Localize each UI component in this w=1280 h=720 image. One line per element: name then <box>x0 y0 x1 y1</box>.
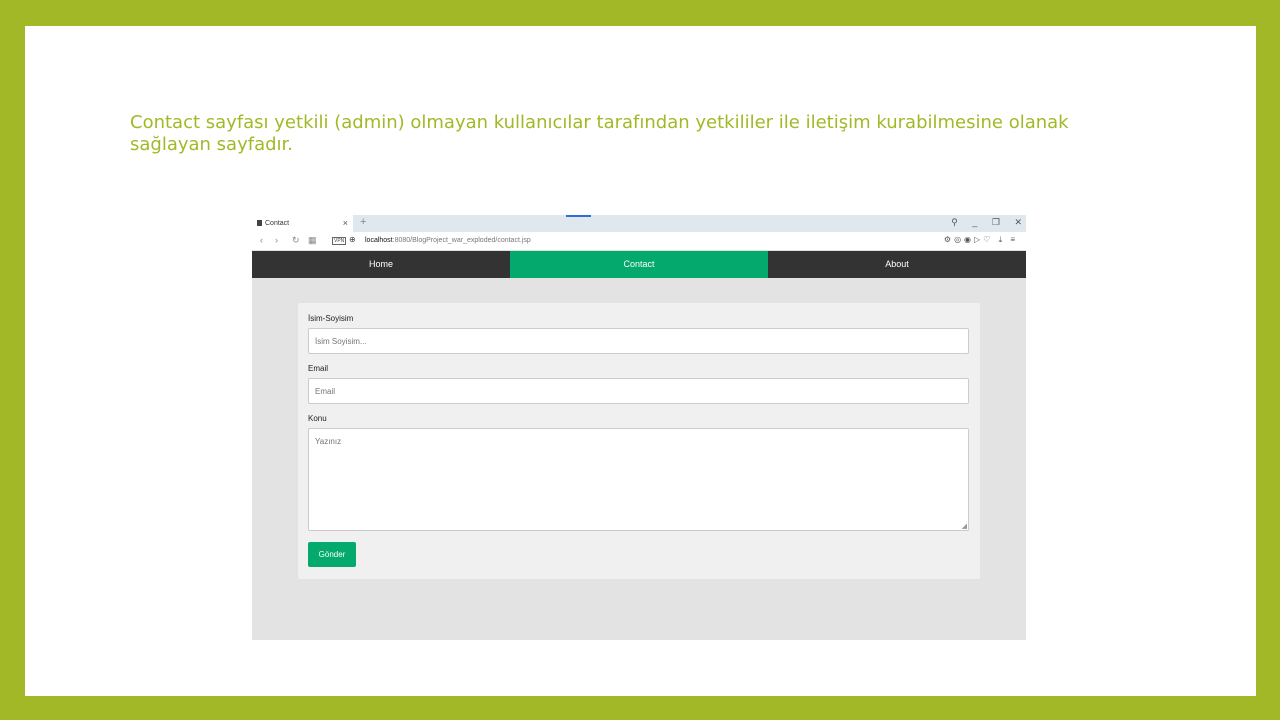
email-label: Email <box>308 364 329 373</box>
forward-icon[interactable]: › <box>275 235 278 245</box>
window-controls: ⚲ _ ❐ ✕ <box>939 217 1022 228</box>
browser-window: Contact × + ⚲ _ ❐ ✕ ‹ › ↻ ▦ VPN ⊕ localh… <box>252 215 1026 640</box>
new-tab-button[interactable]: + <box>360 216 366 228</box>
name-input[interactable]: İsim Soyisim... <box>308 328 969 354</box>
nav-contact[interactable]: Contact <box>510 251 768 278</box>
subject-placeholder: Yazınız <box>315 437 342 446</box>
name-label: İsim-Soyisim <box>308 314 354 323</box>
browser-tab[interactable]: Contact × <box>252 215 353 232</box>
loading-indicator <box>566 215 591 217</box>
grid-icon[interactable]: ▦ <box>308 235 317 246</box>
restore-icon[interactable]: ❐ <box>992 217 1000 227</box>
document-icon <box>257 220 262 226</box>
globe-icon: ⊕ <box>349 235 356 244</box>
vpn-badge[interactable]: VPN <box>332 237 347 245</box>
subject-textarea[interactable]: Yazınız ◢ <box>308 428 969 531</box>
close-window-icon[interactable]: ✕ <box>1014 217 1022 227</box>
url-path: :8080/BlogProject_war_exploded/contact.j… <box>392 237 531 244</box>
address-bar: ‹ › ↻ ▦ VPN ⊕ localhost:8080/BlogProject… <box>252 232 1026 251</box>
slide-description: Contact sayfası yetkili (admin) olmayan … <box>130 112 1069 155</box>
extension-icons[interactable]: ⚙◎◉▷♡ ⤓ ≡ <box>944 235 1018 245</box>
slide: Contact sayfası yetkili (admin) olmayan … <box>25 26 1256 696</box>
submit-button[interactable]: Gönder <box>308 542 356 567</box>
tab-close-icon[interactable]: × <box>343 218 348 228</box>
url-host: localhost <box>365 237 393 244</box>
nav-home[interactable]: Home <box>252 251 510 278</box>
tab-title: Contact <box>265 220 290 227</box>
site-navbar: Home Contact About <box>252 251 1026 278</box>
nav-about[interactable]: About <box>768 251 1026 278</box>
minimize-icon[interactable]: _ <box>972 217 977 227</box>
email-input[interactable]: Email <box>308 378 969 404</box>
tab-bar: Contact × + ⚲ _ ❐ ✕ <box>252 215 1026 232</box>
resize-handle-icon[interactable]: ◢ <box>962 522 967 530</box>
search-icon[interactable]: ⚲ <box>951 217 958 227</box>
contact-form: İsim-Soyisim İsim Soyisim... Email Email… <box>298 303 980 579</box>
reload-icon[interactable]: ↻ <box>292 235 300 246</box>
subject-label: Konu <box>308 414 327 423</box>
back-icon[interactable]: ‹ <box>260 235 263 245</box>
url-field[interactable]: localhost:8080/BlogProject_war_exploded/… <box>365 237 531 244</box>
